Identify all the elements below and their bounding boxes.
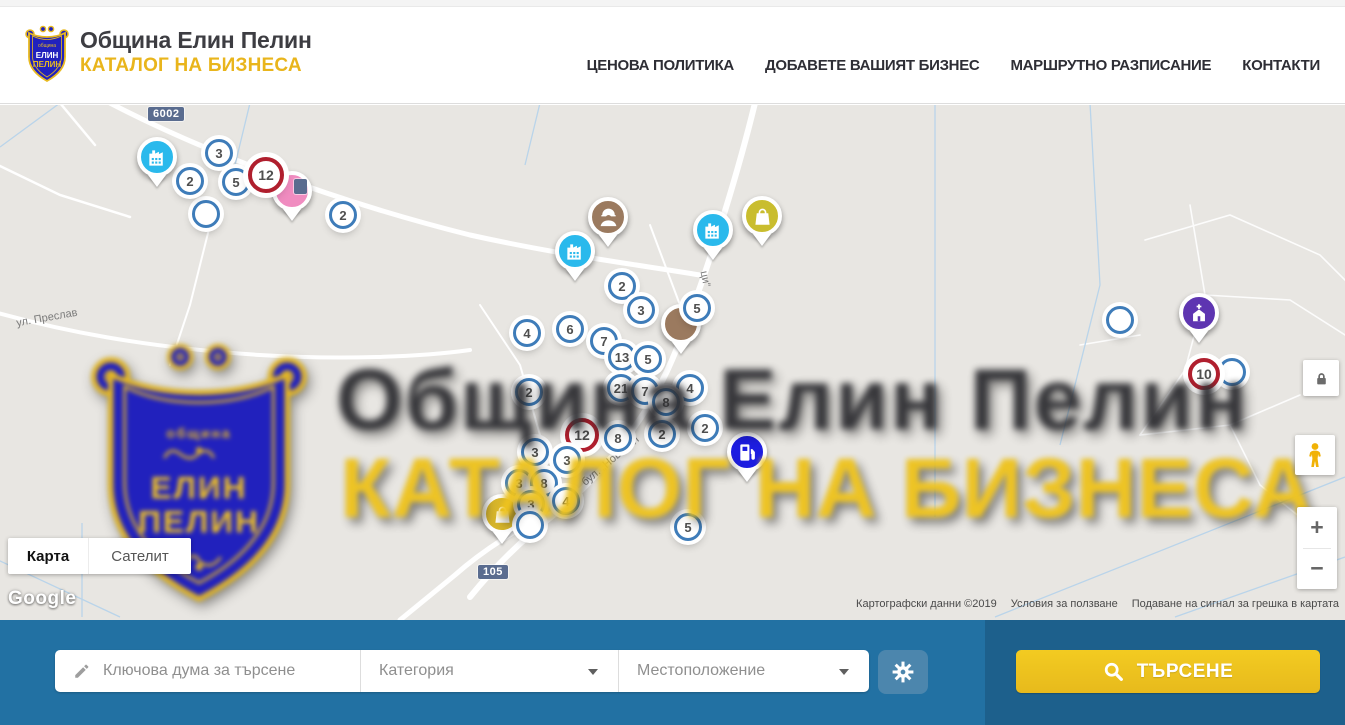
map-pin-church[interactable] — [1179, 293, 1219, 333]
advanced-settings-button[interactable] — [878, 650, 928, 694]
main-nav: ЦЕНОВА ПОЛИТИКА ДОБАВЕТЕ ВАШИЯТ БИЗНЕС М… — [587, 45, 1320, 85]
road-label-partial — [294, 179, 307, 194]
keyword-input[interactable] — [103, 662, 348, 680]
search-icon — [1103, 661, 1125, 683]
google-logo[interactable]: Google — [8, 588, 76, 610]
lock-icon — [1314, 371, 1329, 386]
map-cluster[interactable]: 6 — [556, 315, 584, 343]
attribution-terms-link[interactable]: Условия за ползване — [1011, 598, 1118, 610]
map-cluster[interactable]: 5 — [683, 294, 711, 322]
brand-title: Община Елин Пелин — [80, 27, 312, 54]
map-cluster[interactable]: 3 — [627, 296, 655, 324]
map-type-control: Карта Сателит — [8, 538, 191, 574]
road-label-105: 105 — [478, 565, 508, 579]
search-button-label: ТЪРСЕНЕ — [1137, 661, 1234, 683]
attribution-data: Картографски данни ©2019 — [856, 598, 997, 610]
category-placeholder: Категория — [379, 662, 454, 680]
zoom-out-button[interactable]: − — [1297, 549, 1337, 589]
gear-icon — [890, 659, 916, 685]
cluster-count: 4 — [523, 326, 530, 341]
cluster-count: 3 — [637, 303, 644, 318]
cluster-count: 5 — [232, 175, 239, 190]
keyword-field[interactable] — [55, 650, 361, 692]
nav-contacts[interactable]: КОНТАКТИ — [1242, 57, 1320, 74]
cluster-count: 3 — [215, 146, 222, 161]
map-pin-worker[interactable] — [588, 197, 628, 237]
brand-text: Община Елин Пелин КАТАЛОГ НА БИЗНЕСА — [80, 27, 312, 77]
brand-emblem-name1: ЕЛИН — [36, 51, 59, 60]
map-type-satellite-button[interactable]: Сателит — [88, 538, 191, 574]
map-type-map-button[interactable]: Карта — [8, 538, 88, 574]
page: 6002 105 ул. Преслав бул. „Новосел ци“ 3… — [0, 0, 1345, 725]
map-attribution: Картографски данни ©2019 Условия за полз… — [856, 598, 1339, 610]
search-bar: Категория Местоположение — [0, 620, 1345, 725]
map-pin-factory[interactable] — [693, 210, 733, 250]
zoom-in-button[interactable]: + — [1297, 508, 1337, 548]
map-cluster[interactable] — [1106, 306, 1134, 334]
map-cluster[interactable]: 2 — [608, 272, 636, 300]
emblem-name2: ПЕЛИН — [138, 503, 260, 539]
map-cluster[interactable]: 5 — [222, 168, 250, 196]
top-strip — [0, 0, 1345, 7]
map-cluster[interactable]: 3 — [205, 139, 233, 167]
search-button[interactable]: ТЪРСЕНЕ — [1016, 650, 1320, 693]
brand[interactable]: община ЕЛИН ПЕЛИН Община Елин Пелин КАТА… — [24, 21, 312, 83]
brand-emblem-name2: ПЕЛИН — [33, 60, 61, 69]
cluster-count: 6 — [566, 322, 573, 337]
map-pin-shopping-bag[interactable] — [742, 196, 782, 236]
map-pin-factory[interactable] — [555, 231, 595, 271]
map-cluster[interactable]: 2 — [329, 201, 357, 229]
map-cluster[interactable]: 4 — [513, 319, 541, 347]
map-cluster[interactable]: 12 — [248, 157, 284, 193]
cluster-count: 5 — [693, 301, 700, 316]
chevron-down-icon — [839, 669, 849, 675]
map-cluster[interactable]: 2 — [176, 167, 204, 195]
nav-add-business[interactable]: ДОБАВЕТЕ ВАШИЯТ БИЗНЕС — [765, 57, 979, 74]
category-select[interactable]: Категория — [361, 650, 619, 692]
lock-button[interactable] — [1303, 360, 1339, 396]
google-map[interactable]: 6002 105 ул. Преслав бул. „Новосел ци“ 3… — [0, 105, 1345, 620]
map-pin-factory[interactable] — [137, 137, 177, 177]
cluster-count: 12 — [258, 167, 274, 183]
cluster-count: 2 — [186, 174, 193, 189]
map-cluster[interactable] — [192, 200, 220, 228]
cluster-count: 2 — [339, 208, 346, 223]
nav-route-schedule[interactable]: МАРШРУТНО РАЗПИСАНИЕ — [1010, 57, 1211, 74]
pegman-button[interactable] — [1295, 435, 1335, 475]
emblem-top-text: община — [166, 425, 231, 441]
location-placeholder: Местоположение — [637, 662, 765, 680]
header: община ЕЛИН ПЕЛИН Община Елин Пелин КАТА… — [0, 7, 1345, 104]
chevron-down-icon — [588, 669, 598, 675]
cluster-count: 7 — [600, 334, 607, 349]
brand-emblem-top-text: община — [38, 43, 56, 49]
zoom-control: + − — [1297, 507, 1337, 589]
pencil-icon — [73, 662, 91, 680]
brand-emblem-logo: община ЕЛИН ПЕЛИН — [24, 21, 70, 83]
location-select[interactable]: Местоположение — [619, 650, 869, 692]
emblem-name1: ЕЛИН — [150, 470, 247, 506]
brand-subtitle: КАТАЛОГ НА БИЗНЕСА — [80, 55, 312, 77]
cluster-count: 2 — [618, 279, 625, 294]
attribution-report-link[interactable]: Подаване на сигнал за грешка в картата — [1132, 598, 1339, 610]
road-label-6002: 6002 — [148, 107, 184, 121]
search-group: Категория Местоположение — [55, 650, 869, 692]
pegman-icon — [1303, 442, 1327, 468]
watermark-title: Община Елин Пелин — [336, 357, 1249, 443]
nav-price-policy[interactable]: ЦЕНОВА ПОЛИТИКА — [587, 57, 734, 74]
watermark-subtitle: КАТАЛОГ НА БИЗНЕСА — [340, 446, 1314, 530]
